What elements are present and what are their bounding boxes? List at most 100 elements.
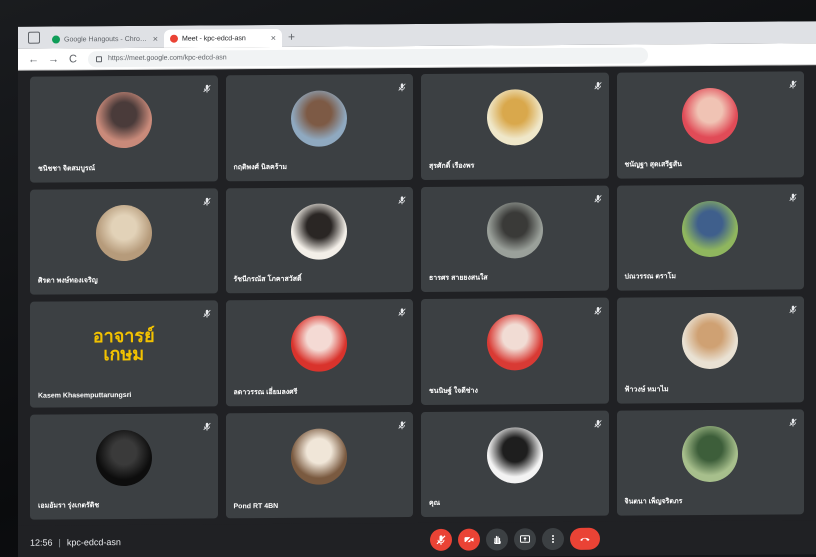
muted-mic-icon <box>397 417 407 429</box>
participant-name: เอมอัมรา รุ่งเกตรัติช <box>38 502 100 510</box>
participant-avatar <box>95 204 152 262</box>
participant-avatar <box>486 201 543 259</box>
raise-hand-icon <box>491 533 503 545</box>
participant-tile[interactable]: เอมอัมรา รุ่งเกตรัติช <box>30 412 218 520</box>
participant-tile[interactable]: จินตนา เพ็ญจริตภร <box>616 408 804 516</box>
participant-avatar <box>291 90 348 148</box>
participant-avatar <box>291 203 348 260</box>
muted-mic-icon <box>788 414 798 427</box>
muted-mic-icon <box>397 79 407 92</box>
participant-name: จินตนา เพ็ญจริตภร <box>624 498 683 506</box>
participant-tile[interactable]: ชนิชชา จิตสมบูรณ์ <box>30 75 218 183</box>
muted-mic-icon <box>788 301 798 314</box>
participant-name: สุรศักดิ์ เรืองพร <box>429 162 475 170</box>
participant-tile[interactable]: คุณ <box>421 410 609 517</box>
muted-mic-icon <box>593 303 603 315</box>
participant-avatar <box>291 315 348 373</box>
participant-tile[interactable]: อาจารย์ เกษม Kasem Khasemputtarungsri <box>30 300 218 408</box>
muted-mic-icon <box>593 78 603 90</box>
participant-name: ชนิชชา จิตสมบูรณ์ <box>38 164 96 173</box>
meeting-details[interactable]: 12:56 | kpc-edcd-asn <box>30 537 121 548</box>
meeting-separator: | <box>58 537 61 548</box>
participant-avatar <box>486 314 543 371</box>
participant-tile[interactable]: ลดาวรรณ เอี่ยมลงศรี <box>225 299 413 406</box>
favicon-icon <box>170 34 178 43</box>
camera-off-icon <box>463 534 475 546</box>
browser-window: Google Hangouts - Chrome We...×Meet - kp… <box>18 21 816 557</box>
participant-tile[interactable]: ชนัญฐา สุดเสรีฐสัน <box>616 71 804 179</box>
tab-title: Meet - kpc-edcd-asn <box>182 34 246 43</box>
address-bar[interactable]: https://meet.google.com/kpc-edcd-asn <box>88 46 648 67</box>
participant-tile[interactable]: สุรศักดิ์ เรืองพร <box>421 72 609 180</box>
muted-mic-icon <box>593 190 603 203</box>
lock-icon <box>96 55 102 62</box>
window-menu-icon[interactable] <box>28 31 40 44</box>
new-tab-button[interactable]: + <box>288 30 295 44</box>
leave-call-icon <box>579 533 591 545</box>
address-url: https://meet.google.com/kpc-edcd-asn <box>108 54 227 63</box>
meeting-code: kpc-edcd-asn <box>66 537 121 548</box>
meeting-time: 12:56 <box>30 537 53 548</box>
muted-mic-icon <box>397 304 407 317</box>
participant-name: ชนนิษฐ์ ใจดีช่าง <box>429 387 478 395</box>
participant-tile[interactable]: ศิรดา พงษ์ทองเจริญ <box>30 187 218 295</box>
participant-name: ปณวรรณ ตราโม <box>624 273 676 281</box>
tab-title: Google Hangouts - Chrome We... <box>64 35 149 43</box>
participant-avatar <box>486 89 543 146</box>
participant-tile[interactable]: กฤติพงศ์ นิลคร้าม <box>225 74 413 181</box>
participant-tile[interactable]: ปณวรรณ ตราโม <box>616 183 804 291</box>
participant-name: ฟ้าวงษ์ หมาไม <box>624 385 669 394</box>
mic-off-icon <box>435 534 447 546</box>
participant-name: ศิรดา พงษ์ทองเจริญ <box>38 277 98 285</box>
participant-avatar <box>682 425 739 482</box>
participant-name: Pond RT 4BN <box>233 502 279 511</box>
camera-off-button[interactable] <box>458 528 480 551</box>
participant-logo: อาจารย์ เกษม <box>92 326 155 365</box>
participant-avatar <box>682 200 739 257</box>
muted-mic-icon <box>397 192 407 204</box>
browser-tab[interactable]: Google Hangouts - Chrome We... × <box>46 30 164 49</box>
reload-button[interactable]: C <box>68 53 78 65</box>
muted-mic-icon <box>202 193 212 206</box>
close-tab-icon[interactable]: × <box>153 34 158 44</box>
participant-avatar <box>682 88 739 145</box>
participant-tile[interactable]: Pond RT 4BN <box>225 411 413 519</box>
leave-call-button[interactable] <box>570 527 600 550</box>
participant-name: คุณ <box>429 499 441 507</box>
participant-grid: ชนิชชา จิตสมบูรณ์ กฤติพงศ์ นิลคร้าม สุรศัก… <box>18 65 816 526</box>
close-tab-icon[interactable]: × <box>271 33 276 43</box>
muted-mic-icon <box>202 418 212 431</box>
present-button[interactable] <box>514 528 536 551</box>
participant-avatar <box>95 92 152 149</box>
participant-name: ชนัญฐา สุดเสรีฐสัน <box>624 160 682 169</box>
participant-name: ลดาวรรณ เอี่ยมลงศรี <box>233 388 298 396</box>
participant-name: Kasem Khasemputtarungsri <box>38 391 132 400</box>
more-options-icon <box>547 533 559 545</box>
raise-hand-button[interactable] <box>486 528 508 551</box>
participant-tile[interactable]: ธารศร สายยงสนใส <box>421 185 609 292</box>
browser-tab[interactable]: Meet - kpc-edcd-asn × <box>164 28 282 48</box>
back-button[interactable]: ← <box>28 53 39 65</box>
muted-mic-icon <box>788 76 798 89</box>
participant-avatar <box>291 428 348 485</box>
call-controls <box>430 527 600 551</box>
mic-off-button[interactable] <box>430 528 452 551</box>
tab-list: Google Hangouts - Chrome We...×Meet - kp… <box>46 28 282 49</box>
more-options-button[interactable] <box>542 527 564 551</box>
participant-name: รัชนีกรณัส โภคาสวัสดิ์ <box>233 275 302 284</box>
present-icon <box>519 533 531 545</box>
favicon-icon <box>52 35 60 44</box>
muted-mic-icon <box>593 415 603 428</box>
participant-avatar <box>486 426 543 484</box>
participant-name: กฤติพงศ์ นิลคร้าม <box>233 163 288 171</box>
participant-tile[interactable]: ชนนิษฐ์ ใจดีช่าง <box>421 297 609 405</box>
participant-tile[interactable]: รัชนีกรณัส โภคาสวัสดิ์ <box>225 186 413 294</box>
muted-mic-icon <box>202 305 212 318</box>
meeting-bottom-bar: 12:56 | kpc-edcd-asn <box>18 520 816 557</box>
muted-mic-icon <box>788 189 798 202</box>
participant-tile[interactable]: ฟ้าวงษ์ หมาไม <box>616 296 804 404</box>
participant-name: ธารศร สายยงสนใส <box>429 274 488 282</box>
participant-avatar <box>682 313 739 370</box>
forward-button[interactable]: → <box>48 53 59 65</box>
muted-mic-icon <box>202 80 212 93</box>
